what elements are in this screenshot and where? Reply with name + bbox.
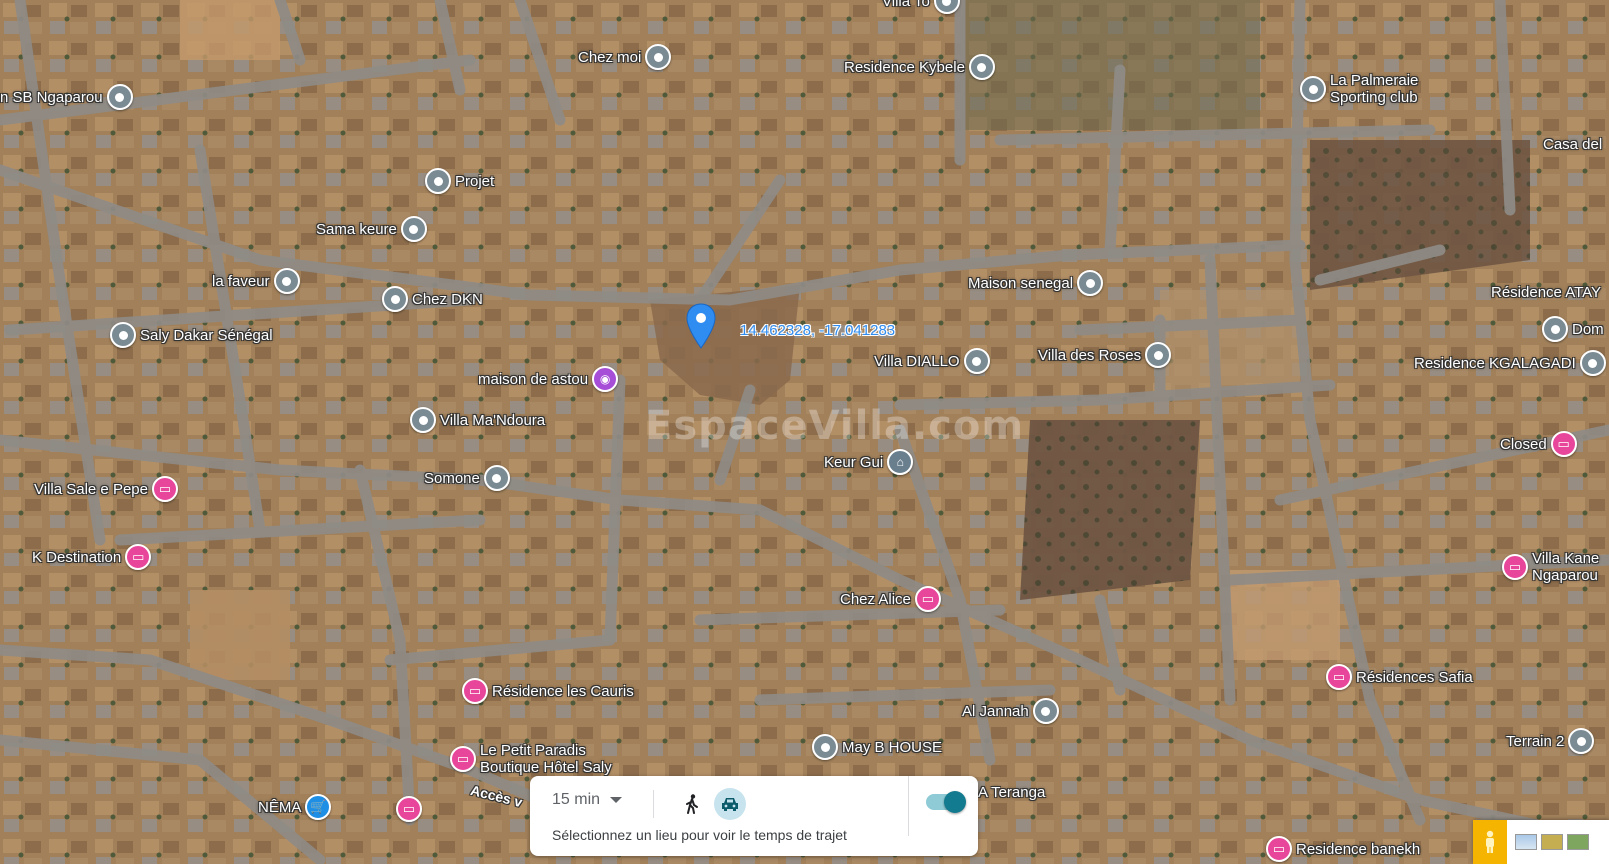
landmark-icon: ⌂ [887,449,914,475]
hotel-bed-icon: ▭ [1502,554,1528,580]
toggle-knob [944,791,966,813]
poi-keur-gui[interactable]: ⌂ Keur Gui [824,449,914,475]
poi-chez-moi[interactable]: Chez moi [578,44,672,70]
place-pin-icon [106,84,133,110]
poi-villa-to[interactable]: Villa To [882,0,960,14]
hotel-bed-icon: ▭ [151,476,178,502]
place-pin-icon [1145,342,1172,368]
car-icon [722,798,738,811]
divider [908,776,909,836]
poi-nema[interactable]: 🛒 NÊMA [258,794,332,820]
hotel-bed-icon: ▭ [450,746,476,772]
place-pin-icon [483,465,510,491]
poi-hotel-bottom[interactable]: ▭ [396,796,422,822]
place-pin-icon [1542,316,1568,342]
poi-la-palmeraie[interactable]: La Palmeraie Sporting club [1300,72,1438,106]
poi-terrain-2[interactable]: Terrain 2 [1506,728,1595,754]
hotel-bed-icon: ▭ [396,796,422,822]
poi-chez-alice[interactable]: ▭ Chez Alice [840,586,941,612]
place-pin-icon [382,286,408,312]
place-pin-icon [645,44,672,70]
chevron-down-icon [610,797,623,803]
place-pin-icon [410,407,436,433]
place-pin-icon [1032,698,1059,724]
poi-projet[interactable]: Projet [425,168,494,194]
hotel-bed-icon: ▭ [1326,664,1352,690]
place-pin-icon [425,168,451,194]
place-pin-icon [400,216,427,242]
poi-la-faveur[interactable]: la faveur [212,268,300,294]
poi-may-b-house[interactable]: May B HOUSE [812,734,942,760]
layer-satellite-thumb[interactable] [1567,834,1589,850]
poi-teranga[interactable]: A Teranga [978,784,1045,801]
poi-residences-safia[interactable]: ▭ Résidences Safia [1326,664,1473,690]
coordinates-label[interactable]: 14.462328, -17.041283 [740,322,895,339]
poi-al-jannah[interactable]: Al Jannah [962,698,1059,724]
travel-time-toggle[interactable] [926,791,966,813]
poi-somone[interactable]: Somone [424,465,510,491]
place-pin-icon [968,54,995,80]
travel-time-value: 15 min [552,791,601,808]
place-pin-icon [110,322,136,348]
poi-villa-sale-e-pepe[interactable]: ▭ Villa Sale e Pepe [34,476,178,502]
poi-maison-senegal[interactable]: Maison senegal [968,270,1104,296]
poi-k-destination[interactable]: ▭ K Destination [32,544,152,570]
poi-residence-kgalagadi[interactable]: Residence KGALAGADI [1414,350,1606,376]
walk-icon [686,794,698,814]
hotel-bed-icon: ▭ [1266,836,1292,862]
poi-residence-banekh[interactable]: ▭ Residence banekh [1266,836,1420,862]
map-controls [1473,820,1609,864]
poi-closed[interactable]: ▭ Closed [1500,431,1577,457]
place-pin-icon [1077,270,1104,296]
poi-residence-les-cauris[interactable]: ▭ Résidence les Cauris [462,678,634,704]
poi-villa-mandoura[interactable]: Villa Ma'Ndoura [410,407,545,433]
poi-casa-del[interactable]: Casa del [1543,136,1602,153]
place-pin-icon [1300,76,1326,102]
poi-sb-ngaparou[interactable]: n SB Ngaparou [0,84,133,110]
poi-chez-dkn[interactable]: Chez DKN [382,286,483,312]
shopping-cart-icon: 🛒 [305,794,332,820]
dropped-pin-icon[interactable] [686,303,716,349]
hotel-bed-icon: ▭ [1550,431,1577,457]
hotel-bed-icon: ▭ [125,544,152,570]
pegman-figure-icon [1486,830,1494,853]
place-pin-icon [273,268,300,294]
poi-residence-atay[interactable]: Résidence ATAY [1491,284,1601,301]
place-pin-icon [1579,350,1606,376]
poi-villa-diallo[interactable]: Villa DIALLO [874,348,990,374]
hotel-bed-icon: ▭ [914,586,941,612]
street-view-pegman-icon[interactable] [1473,820,1507,864]
travel-time-panel: 15 min Sélectionnez un lieu pour voir le… [530,776,978,856]
watermark: EspaceVilla.com [645,403,1025,449]
poi-villa-des-roses[interactable]: Villa des Roses [1038,342,1172,368]
travel-time-dropdown[interactable]: 15 min [552,791,623,809]
layer-default-thumb[interactable] [1515,834,1537,850]
camera-icon: ◉ [592,366,619,392]
place-pin-icon [812,734,838,760]
poi-sama-keure[interactable]: Sama keure [316,216,427,242]
divider [653,790,654,818]
walk-mode-button[interactable] [678,790,706,818]
poi-villa-kane[interactable]: ▭ Villa Kane Ngaparou [1502,550,1609,584]
poi-residence-kybele[interactable]: Residence Kybele [844,54,995,80]
poi-dom[interactable]: Dom [1542,316,1604,342]
travel-hint-text: Sélectionnez un lieu pour voir le temps … [552,827,847,843]
poi-saly-dakar[interactable]: Saly Dakar Sénégal [110,322,273,348]
place-pin-icon [1568,728,1595,754]
drive-mode-button[interactable] [714,788,746,820]
layer-terrain-thumb[interactable] [1541,834,1563,850]
place-pin-icon [963,348,990,374]
poi-le-petit-paradis[interactable]: ▭ Le Petit Paradis Boutique Hôtel Saly [450,742,640,776]
poi-maison-de-astou[interactable]: ◉ maison de astou [478,366,619,392]
place-pin-icon [933,0,960,14]
hotel-bed-icon: ▭ [462,678,488,704]
